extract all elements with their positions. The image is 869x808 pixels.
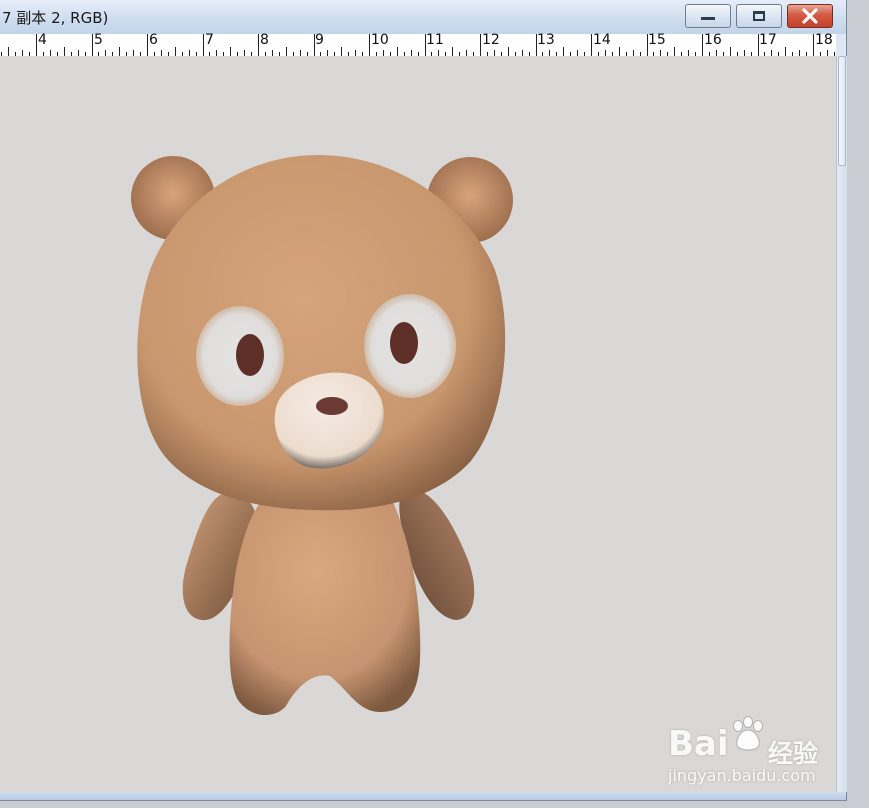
paw-icon (733, 716, 763, 751)
watermark-suffix: 经验 (768, 739, 819, 768)
ruler-label: 6 (149, 32, 158, 48)
ruler-label: 18 (815, 32, 833, 48)
ruler-label: 7 (205, 32, 214, 48)
window-title: 7 副本 2, RGB) (2, 9, 109, 27)
document-canvas[interactable] (0, 56, 836, 792)
scrollbar-thumb[interactable] (838, 56, 846, 166)
ruler-label: 16 (704, 32, 722, 48)
watermark-url: jingyan.baidu.com (668, 766, 816, 785)
ruler-label: 15 (648, 32, 666, 48)
document-window: 7 副本 2, RGB) 4 5 6 7 8 9 10 11 12 13 14 … (0, 0, 847, 801)
vertical-scrollbar[interactable] (836, 56, 847, 792)
ruler-label: 4 (38, 32, 47, 48)
watermark-brand: Bai (668, 724, 729, 764)
minimize-button[interactable] (685, 4, 731, 28)
ruler-label: 12 (482, 32, 500, 48)
horizontal-ruler[interactable]: 4 5 6 7 8 9 10 11 12 13 14 15 16 17 18 (0, 32, 836, 57)
ruler-label: 11 (426, 32, 444, 48)
ruler-label: 13 (537, 32, 555, 48)
teddy-bear-image (131, 155, 513, 716)
title-bar[interactable]: 7 副本 2, RGB) (0, 0, 846, 34)
ruler-label: 9 (315, 32, 324, 48)
ruler-label: 5 (94, 32, 103, 48)
baidu-jingyan-watermark: Bai 经验 jingyan.baidu.com (660, 712, 830, 792)
ruler-label: 14 (593, 32, 611, 48)
ruler-label: 8 (260, 32, 269, 48)
minimize-icon (701, 17, 715, 20)
maximize-icon (753, 11, 765, 21)
window-bottom-frame (0, 792, 846, 800)
ruler-label: 10 (371, 32, 389, 48)
close-icon (802, 8, 818, 24)
close-button[interactable] (787, 4, 833, 28)
maximize-button[interactable] (736, 4, 782, 28)
ruler-label: 17 (759, 32, 777, 48)
